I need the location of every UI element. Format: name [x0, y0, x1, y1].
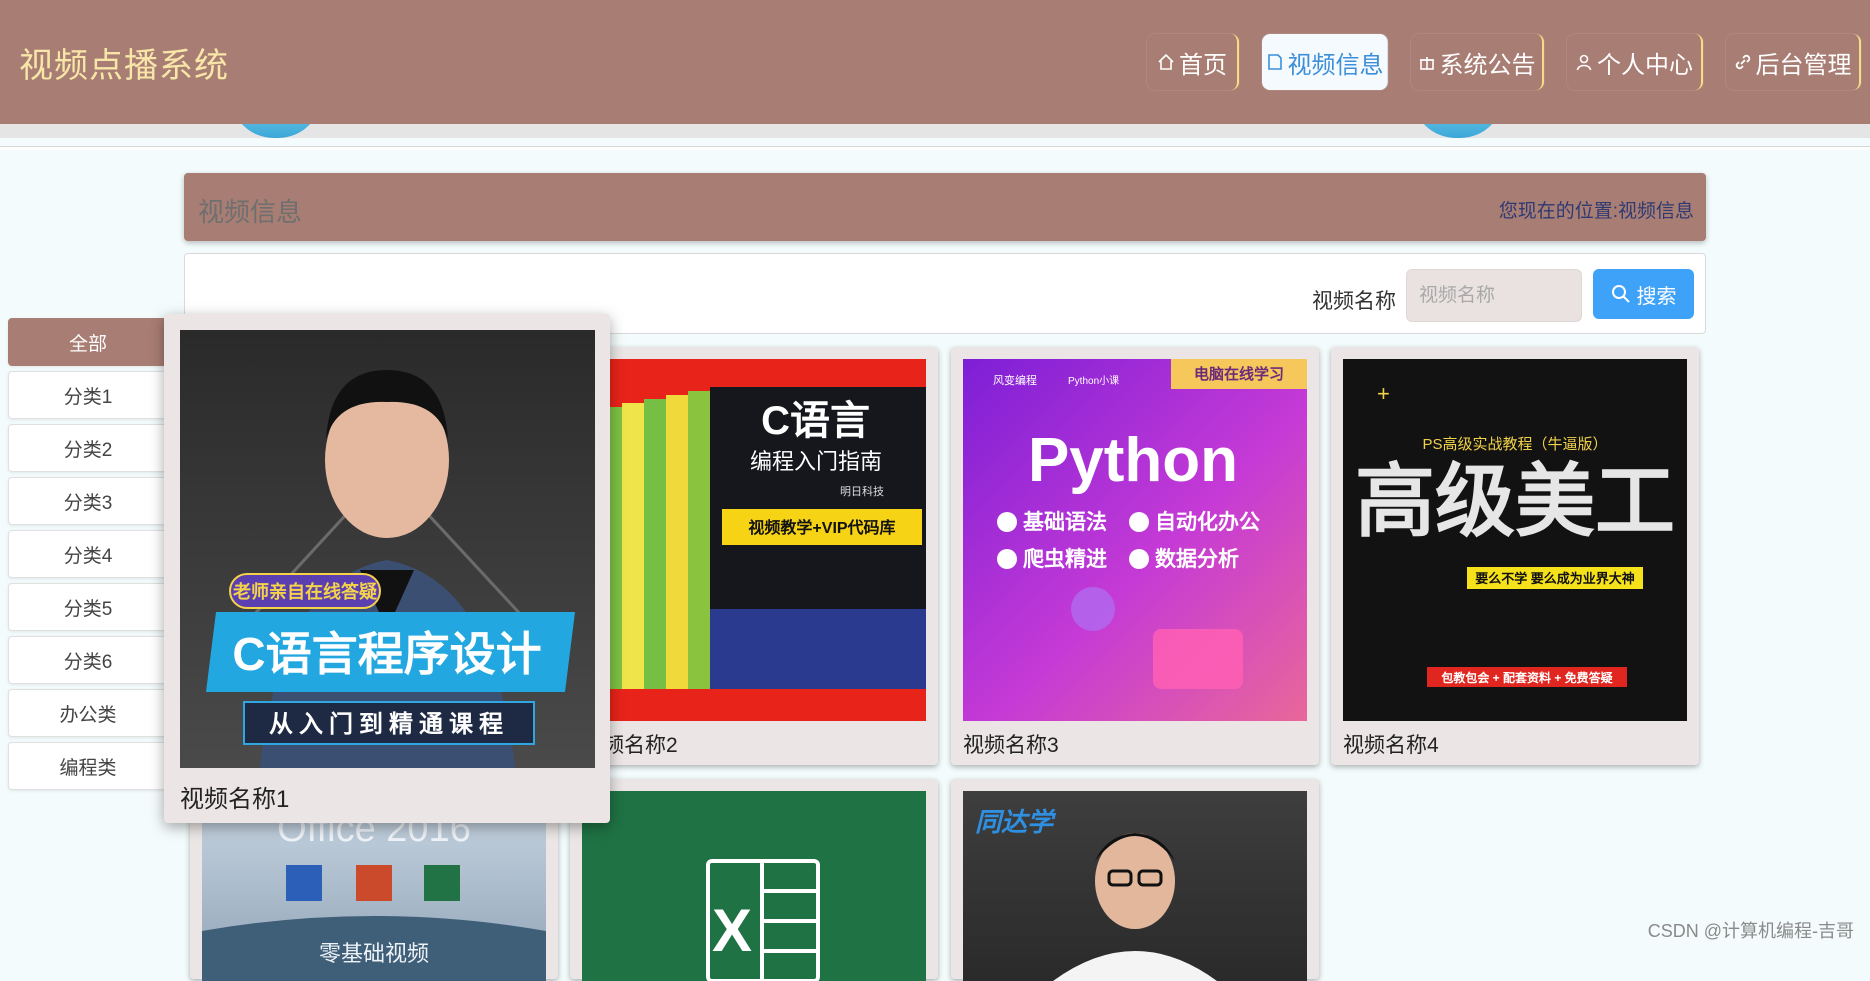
page-title-bar: 视频信息 您现在的位置:视频信息 — [184, 173, 1706, 241]
search-input[interactable] — [1406, 269, 1582, 322]
banner-strip — [0, 124, 1870, 138]
svg-text:+: + — [1377, 381, 1390, 406]
search-icon — [1611, 285, 1630, 303]
category-item[interactable]: 编程类 — [8, 742, 168, 790]
nav-admin[interactable]: 后台管理 — [1726, 34, 1861, 90]
search-button[interactable]: 搜索 — [1593, 269, 1694, 319]
search-label: 视频名称 — [1312, 290, 1396, 313]
video-card-hovered[interactable]: 老师亲自在线答疑 C语言程序设计 从入门到精通课程 视频名称1 — [164, 314, 610, 823]
category-item[interactable]: 分类6 — [8, 636, 168, 684]
category-item[interactable]: 分类5 — [8, 583, 168, 631]
nav-admin-label: 后台管理 — [1755, 51, 1852, 79]
video-name[interactable]: 视频名称4 — [1343, 729, 1439, 759]
nav-personal-center[interactable]: 个人中心 — [1567, 34, 1703, 90]
video-card[interactable]: 同达学 — [951, 779, 1319, 981]
poster-badge: 老师亲自在线答疑 — [233, 581, 377, 602]
poster-feature: 数据分析 — [1155, 547, 1239, 571]
video-thumbnail[interactable]: C语言 编程入门指南 明日科技 视频教学+VIP代码库 — [582, 359, 926, 721]
poster-feature: 爬虫精进 — [1023, 547, 1107, 571]
page-title: 视频信息 — [198, 197, 303, 227]
poster-title: C语言程序设计 — [232, 628, 541, 680]
poster-subtitle: 从入门到精通课程 — [269, 710, 509, 738]
poster-title: X — [712, 897, 752, 964]
poster-teacher: 同达学 — [975, 807, 1217, 981]
nav-personal-center-label: 个人中心 — [1597, 51, 1693, 79]
poster-subtitle: 零基础视频 — [319, 941, 429, 966]
home-icon — [1158, 53, 1174, 70]
category-item-all[interactable]: 全部 — [8, 318, 168, 366]
poster-brand: 同达学 — [975, 807, 1057, 837]
poster-feature: 自动化办公 — [1155, 510, 1260, 534]
poster-bonus: 包教包会 + 配套资料 + 免费答疑 — [1440, 670, 1612, 685]
poster-title: Python — [1028, 426, 1238, 495]
poster-title: 高级美工 — [1355, 457, 1675, 546]
video-thumbnail[interactable]: 电脑在线学习 风变编程 Python小课 Python 基础语法 自动化办公 爬… — [963, 359, 1307, 721]
category-item[interactable]: 分类2 — [8, 424, 168, 472]
breadcrumb: 您现在的位置:视频信息 — [1499, 196, 1694, 223]
poster-brand2: Python小课 — [1068, 375, 1119, 387]
video-name[interactable]: 视频名称3 — [963, 729, 1059, 759]
poster-brand: 风变编程 — [993, 373, 1037, 387]
poster-design: PS高级实战教程（牛逼版） 高级美工 要么不学 要么成为业界大神 包教包会 + … — [1355, 381, 1675, 687]
nav-video-info-label: 视频信息 — [1287, 51, 1384, 79]
poster-subtitle: 编程入门指南 — [750, 449, 882, 474]
banner-decoration — [1412, 124, 1504, 138]
category-item[interactable]: 分类3 — [8, 477, 168, 525]
poster-publisher: 明日科技 — [840, 484, 884, 498]
document-icon — [1267, 54, 1282, 70]
poster-feature: 基础语法 — [1023, 510, 1107, 534]
nav-home[interactable]: 首页 — [1147, 34, 1239, 90]
poster-kicker: PS高级实战教程（牛逼版） — [1422, 436, 1607, 453]
breadcrumb-prefix: 您现在的位置: — [1498, 201, 1618, 222]
video-thumbnail[interactable]: 老师亲自在线答疑 C语言程序设计 从入门到精通课程 — [180, 330, 595, 768]
poster-title: C语言 — [761, 399, 870, 443]
category-item[interactable]: 分类1 — [8, 371, 168, 419]
breadcrumb-current[interactable]: 视频信息 — [1618, 201, 1694, 222]
video-card[interactable]: X — [570, 779, 938, 981]
category-item[interactable]: 办公类 — [8, 689, 168, 737]
nav-video-info[interactable]: 视频信息 — [1262, 34, 1388, 90]
poster-tag: 视频教学+VIP代码库 — [748, 518, 895, 537]
poster-book-set: C语言 编程入门指南 明日科技 视频教学+VIP代码库 — [582, 387, 926, 689]
poster-c-language: 老师亲自在线答疑 C语言程序设计 从入门到精通课程 — [206, 370, 575, 768]
video-thumbnail[interactable]: X — [582, 791, 926, 981]
video-name[interactable]: 视频名称1 — [180, 779, 289, 814]
link-icon — [1735, 54, 1750, 70]
excel-icon: X — [706, 859, 820, 981]
video-card[interactable]: 电脑在线学习 风变编程 Python小课 Python 基础语法 自动化办公 爬… — [951, 347, 1319, 765]
video-card[interactable]: C语言 编程入门指南 明日科技 视频教学+VIP代码库 视频名称2 — [570, 347, 938, 765]
nav-announcements[interactable]: 系统公告 — [1411, 34, 1544, 90]
top-header: 视频点播系统 首页 视频信息 系统公告 个人中心 后台管理 — [0, 0, 1870, 124]
video-thumbnail[interactable]: 同达学 — [963, 791, 1307, 981]
video-thumbnail[interactable]: PS高级实战教程（牛逼版） 高级美工 要么不学 要么成为业界大神 包教包会 + … — [1343, 359, 1687, 721]
poster-corner-label: 电脑在线学习 — [1194, 365, 1284, 383]
divider — [0, 146, 1870, 150]
nav-announcements-label: 系统公告 — [1439, 51, 1536, 79]
watermark: CSDN @计算机编程-吉哥 — [1647, 921, 1854, 941]
poster-python: 电脑在线学习 风变编程 Python小课 Python 基础语法 自动化办公 爬… — [993, 359, 1307, 689]
nav-home-label: 首页 — [1179, 51, 1227, 79]
banner-decoration — [230, 124, 322, 138]
user-icon — [1576, 54, 1592, 71]
video-card[interactable]: PS高级实战教程（牛逼版） 高级美工 要么不学 要么成为业界大神 包教包会 + … — [1331, 347, 1699, 765]
site-title: 视频点播系统 — [19, 47, 229, 85]
category-sidebar: 全部 分类1 分类2 分类3 分类4 分类5 分类6 办公类 编程类 — [8, 318, 168, 795]
category-item[interactable]: 分类4 — [8, 530, 168, 578]
search-button-label: 搜索 — [1636, 285, 1677, 308]
gift-icon — [1419, 57, 1434, 70]
poster-slogan: 要么不学 要么成为业界大神 — [1475, 571, 1635, 586]
